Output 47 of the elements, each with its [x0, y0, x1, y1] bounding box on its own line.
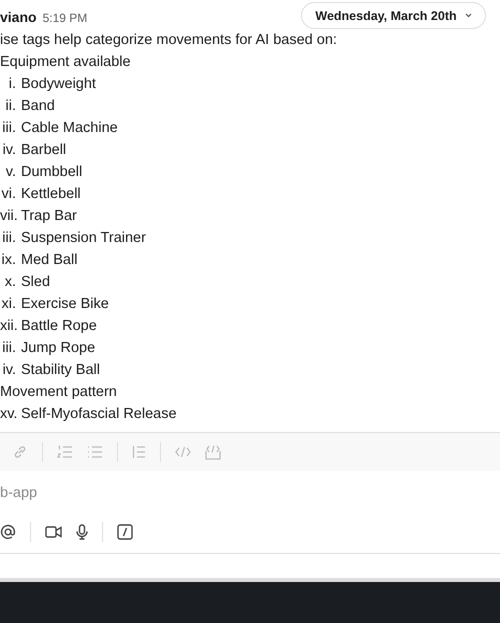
list-item: Suspension Trainer — [21, 229, 146, 248]
list-number: vii. — [0, 207, 16, 226]
list-item: Battle Rope — [21, 317, 97, 336]
list-item: Exercise Bike — [21, 295, 109, 314]
list-number: xii. — [0, 317, 16, 336]
slash-command-icon[interactable] — [117, 524, 133, 540]
list-number: iv. — [2, 141, 16, 160]
chevron-icon — [464, 13, 472, 18]
list-item: Med Ball — [21, 251, 78, 270]
list-item: Bodyweight — [21, 75, 96, 94]
list-item: Barbell — [21, 141, 66, 160]
timestamp[interactable]: 5:19 PM — [42, 11, 88, 25]
list-number: iii. — [1, 229, 16, 248]
list-number: xi. — [0, 295, 16, 314]
list-number: ii. — [4, 97, 16, 116]
list-item: Trap Bar — [21, 207, 77, 226]
link-icon[interactable] — [12, 444, 28, 460]
list-heading: Movement pattern — [0, 383, 118, 402]
mention-icon[interactable] — [0, 524, 16, 540]
code-icon[interactable] — [175, 446, 191, 458]
microphone-icon[interactable] — [76, 524, 88, 540]
blockquote-icon[interactable] — [132, 445, 146, 459]
list-item: Band — [21, 97, 55, 116]
list-number: ix. — [0, 251, 16, 270]
list-item: Sled — [21, 273, 50, 292]
message-text: ise tags help categorize movements for AI based on: — [0, 31, 338, 50]
list-item: Jump Rope — [21, 339, 96, 358]
list-number: iv. — [2, 361, 16, 380]
list-item: Stability Ball — [21, 361, 100, 380]
list-number: vi. — [0, 185, 16, 204]
list-heading: Equipment available — [0, 53, 132, 72]
video-icon[interactable] — [45, 526, 62, 538]
list-item: Kettlebell — [21, 185, 81, 204]
list-number: xv. — [0, 405, 16, 424]
list-number: iii. — [1, 339, 16, 358]
author-name[interactable]: viano — [0, 9, 37, 25]
list-item: Self-Myofascial Release — [21, 405, 177, 424]
list-number: iii. — [1, 119, 16, 138]
list-number: x. — [4, 273, 16, 292]
date-button[interactable]: Wednesday, March 20th — [301, 2, 486, 29]
code-block-icon[interactable] — [205, 444, 221, 460]
bullet-list-icon[interactable] — [87, 445, 103, 459]
numbered-list-icon[interactable] — [57, 445, 73, 459]
list-number: i. — [8, 75, 16, 94]
list-item: Dumbbell — [21, 163, 82, 182]
list-item: Cable Machine — [21, 119, 118, 138]
list-number: v. — [4, 163, 16, 182]
